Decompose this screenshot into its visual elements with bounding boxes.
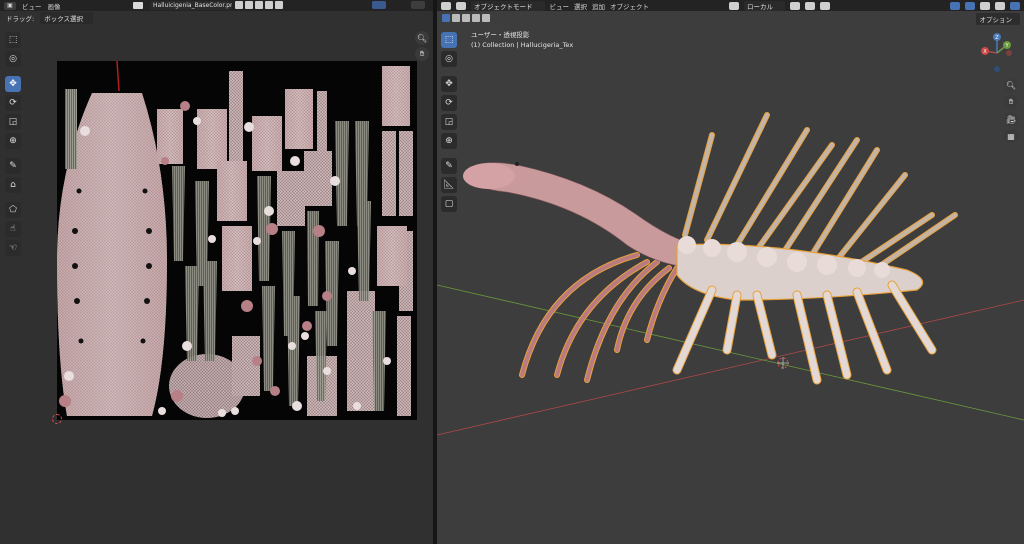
select-extend-icon[interactable] [452,14,460,22]
drag-label: ドラッグ: [6,15,35,23]
shading-material-icon[interactable] [1010,1,1020,10]
select-mode-row [437,12,1024,24]
gizmo-z-label: Z [995,35,999,41]
viewport-toolbar: ⬚ ◎ ✥ ⟳ ◲ ⊕ ✎ 📐︎ ▢ [441,32,459,212]
blender-window: ▣ ビュー 画像 Halluicigenia_BaseColor.png ドラッ… [0,0,1024,544]
menu-view[interactable]: ビュー [550,1,570,11]
move-icon[interactable]: ✥ [441,76,457,92]
orientation-select[interactable]: ローカル [744,0,785,11]
folder-icon[interactable] [255,1,263,9]
texture-islands [57,61,413,418]
snap-icon[interactable] [805,1,815,10]
duplicate-icon[interactable] [245,1,253,9]
zoom-icon[interactable]: 🔍︎ [1004,78,1018,92]
rotate-icon[interactable]: ⟳ [441,95,457,111]
select-box-icon[interactable]: ⬚ [441,32,457,48]
view-name: ユーザー・透視投影 [471,31,530,39]
uv-tool-settings: ドラッグ: ボックス選択 [0,12,433,24]
menu-view[interactable]: ビュー [22,1,42,11]
annotate-icon[interactable]: ✎ [5,158,21,174]
image-name-field[interactable]: Halluicigenia_BaseColor.png [150,1,232,10]
viewport-nav-buttons: 🔍︎ ✋︎ 🎥︎ ▦ [1004,78,1018,143]
scale-icon[interactable]: ◲ [5,114,21,130]
menu-add[interactable]: 追加 [592,1,605,11]
transform-orientation-icon[interactable] [729,1,739,10]
pinch-icon[interactable]: ☜ [5,240,21,256]
mode-select[interactable]: オブジェクトモード [471,0,545,11]
menu-image[interactable]: 画像 [48,1,61,11]
close-icon[interactable] [265,1,273,9]
gizmo-toggle-icon[interactable] [950,1,960,10]
proportional-icon[interactable] [820,1,830,10]
move-icon[interactable]: ✥ [5,76,21,92]
add-cube-icon[interactable]: ▢ [441,196,457,212]
uv-toolbar: ⬚ ◎ ✥ ⟳ ◲ ⊕ ✎ ⌂ ⬠ ☝ ☜ [5,32,23,256]
shading-solid-icon[interactable] [995,1,1005,10]
uv-editor: ▣ ビュー 画像 Halluicigenia_BaseColor.png ドラッ… [0,0,433,544]
select-new-icon[interactable] [442,14,450,22]
options-dropdown[interactable]: オプション [975,13,1020,25]
3d-viewport[interactable]: オブジェクトモード ビュー 選択 追加 オブジェクト ローカル オプション ユー… [437,0,1024,544]
collection-info: (1) Collection | Hallucigeria_Tex [471,41,574,49]
cursor-icon[interactable]: ◎ [441,51,457,67]
viewport-info: ユーザー・透視投影 (1) Collection | Hallucigeria_… [471,30,573,50]
viewport-header: オブジェクトモード ビュー 選択 追加 オブジェクト ローカル [437,0,1024,11]
select-box-icon[interactable]: ⬚ [5,32,21,48]
uv-2d-cursor[interactable] [52,414,62,424]
uv-texture-image[interactable] [57,61,417,420]
shield-icon[interactable] [235,1,243,9]
gizmo-toggle-icon[interactable] [372,1,386,9]
grid-icon[interactable]: ▦ [1004,129,1018,143]
viewport-scene [437,112,1024,436]
pan-hand-icon[interactable]: ✋︎ [415,47,429,61]
image-header-icons [235,1,283,9]
pan-hand-icon[interactable]: ✋︎ [1004,95,1018,109]
rotate-icon[interactable]: ⟳ [5,95,21,111]
annotate-icon[interactable]: ✎ [441,158,457,174]
measure-icon[interactable]: 📐︎ [441,177,457,193]
menu-select[interactable]: 選択 [574,1,587,11]
rip-icon[interactable]: ⌂ [5,177,21,193]
overlay-toggle-icon[interactable] [965,1,975,10]
image-browse-icon[interactable] [133,2,143,9]
drag-mode-select[interactable]: ボックス選択 [40,12,94,24]
pin-icon[interactable] [275,1,283,9]
hallucigenia-model [463,112,958,385]
pivot-icon[interactable] [790,1,800,10]
transform-icon[interactable]: ⊕ [441,133,457,149]
xray-icon[interactable] [980,1,990,10]
select-intersect-icon[interactable] [482,14,490,22]
scale-icon[interactable]: ◲ [441,114,457,130]
select-subtract-icon[interactable] [462,14,470,22]
zoom-icon[interactable]: 🔍︎ [415,31,429,45]
grab-icon[interactable]: ⬠ [5,202,21,218]
cursor-icon[interactable]: ◎ [5,51,21,67]
gizmo-x-label: X [983,49,987,55]
menu-object[interactable]: オブジェクト [610,1,649,11]
transform-icon[interactable]: ⊕ [5,133,21,149]
3d-cursor [777,357,789,369]
select-invert-icon[interactable] [472,14,480,22]
editor-type-icon[interactable] [441,1,451,10]
camera-icon[interactable]: 🎥︎ [1004,112,1018,126]
navigation-gizmo[interactable]: X Z Y [977,33,1017,73]
overlay-toggle-icon[interactable] [411,1,425,9]
editor-type-icon[interactable]: ▣ [4,1,16,10]
mode-icon[interactable] [456,1,466,10]
relax-icon[interactable]: ☝ [5,221,21,237]
